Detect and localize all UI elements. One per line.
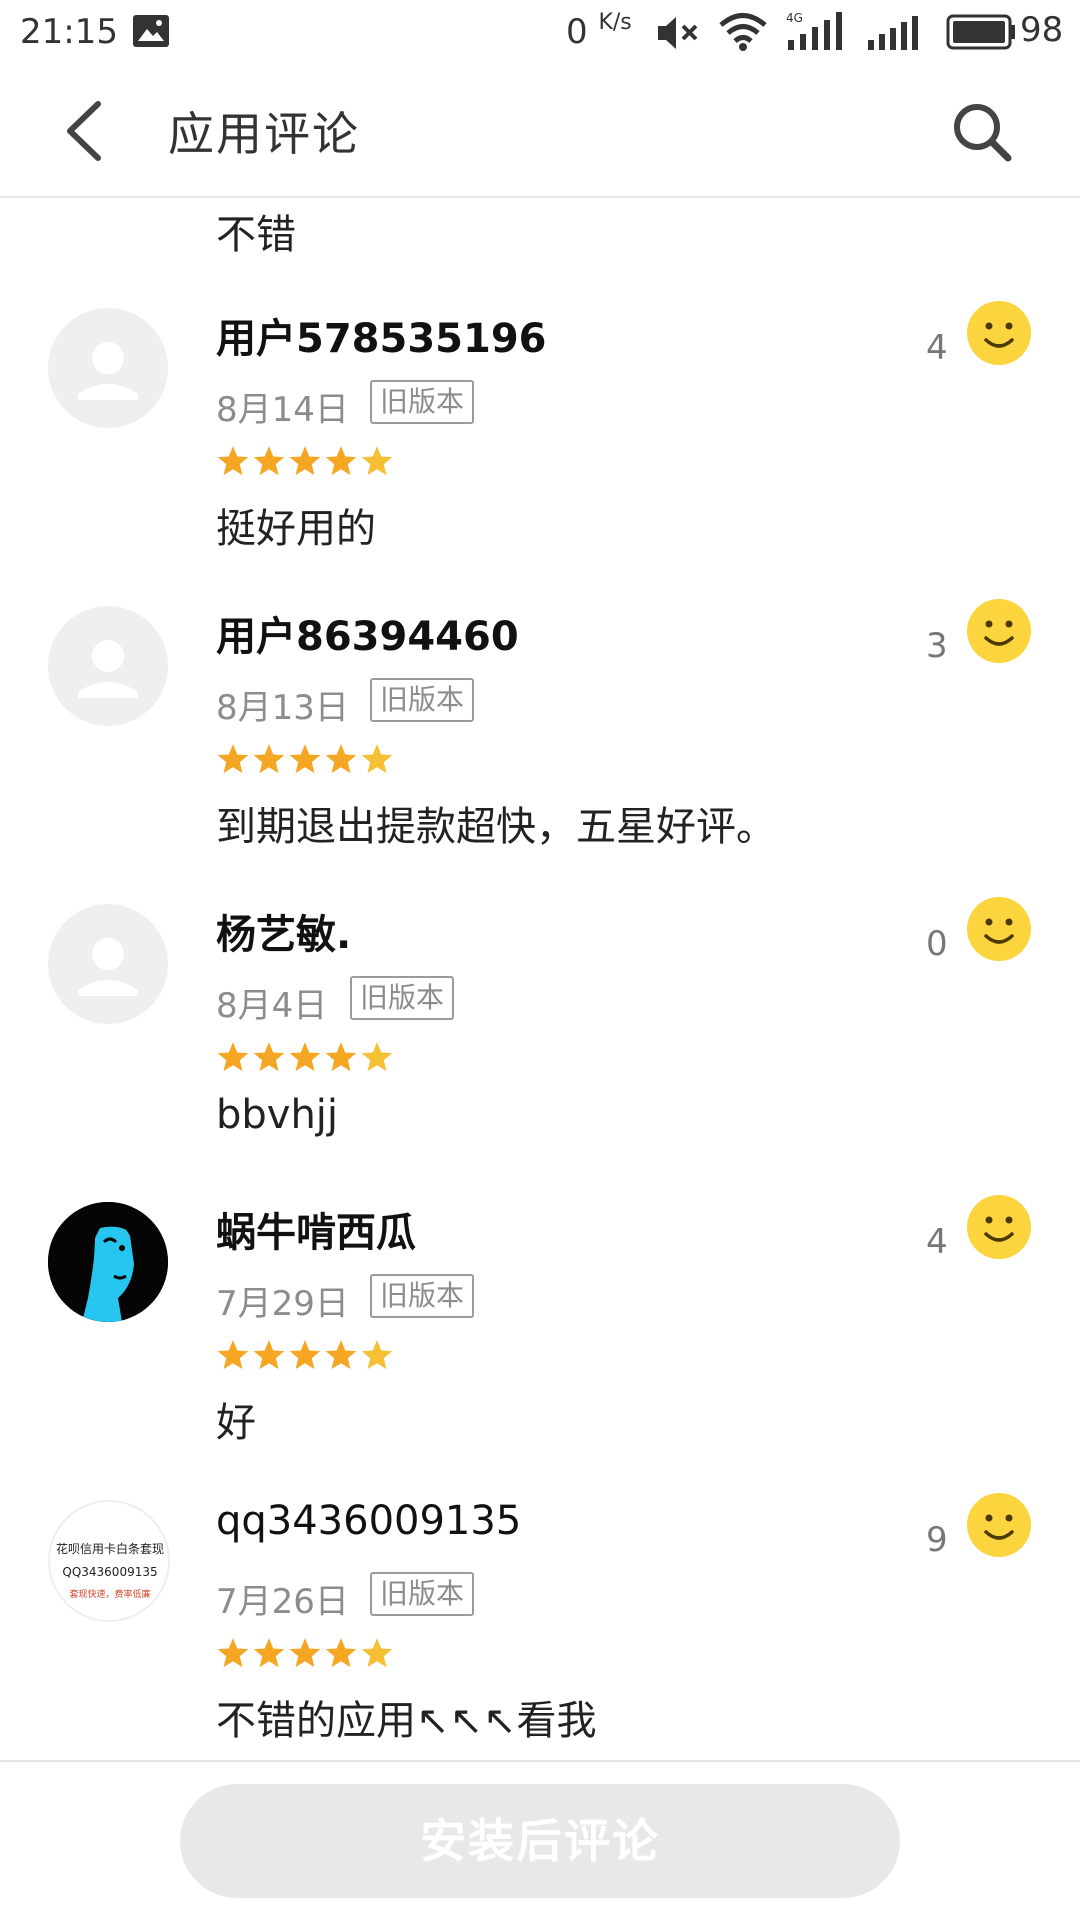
star-icon (253, 744, 285, 774)
star-icon (253, 1340, 285, 1370)
review-text: 挺好用的 (216, 506, 376, 552)
star-icon (325, 1042, 357, 1072)
star-icon (253, 1638, 285, 1668)
review-date: 8月4日 (216, 986, 328, 1026)
star-icon (325, 446, 357, 476)
page-title: 应用评论 (168, 107, 360, 161)
star-icon (361, 1638, 393, 1668)
user-name[interactable]: 杨艺敏. (216, 902, 351, 960)
smile-icon[interactable] (966, 598, 1032, 664)
review-date: 8月13日 (216, 688, 349, 728)
smile-icon[interactable] (966, 1194, 1032, 1260)
review-date: 7月26日 (216, 1582, 349, 1622)
install-comment-button[interactable]: 安装后评论 (180, 1784, 900, 1898)
star-icon (289, 1638, 321, 1668)
star-icon (289, 1042, 321, 1072)
smile-icon[interactable] (966, 896, 1032, 962)
search-icon[interactable] (950, 100, 1014, 164)
star-icon (361, 1340, 393, 1370)
user-name[interactable]: qq3436009135 (216, 1498, 521, 1544)
star-icon (289, 1340, 321, 1370)
star-icon (325, 1340, 357, 1370)
review-item: 用户578535196 8月14日 旧版本 挺好用的 4 (0, 300, 1080, 598)
user-name[interactable]: 用户578535196 (216, 306, 547, 364)
review-text: 不错的应用↖↖↖看我 (216, 1698, 597, 1744)
svg-text:4G: 4G (786, 11, 803, 25)
like-count: 9 (926, 1520, 948, 1560)
battery-icon (946, 14, 1015, 50)
review-date: 7月29日 (216, 1284, 349, 1324)
photo-avatar[interactable] (48, 1202, 168, 1322)
star-icon (217, 1638, 249, 1668)
like-count: 4 (926, 1222, 948, 1262)
version-tag: 旧版本 (370, 380, 475, 424)
star-icon (253, 1042, 285, 1072)
version-tag: 旧版本 (370, 1274, 475, 1318)
smile-icon[interactable] (966, 1492, 1032, 1558)
review-text: 到期退出提款超快，五星好评。 (216, 804, 776, 850)
star-rating (216, 742, 396, 776)
star-rating (216, 1636, 396, 1670)
star-rating (216, 444, 396, 478)
star-icon (325, 1638, 357, 1668)
mute-icon (658, 17, 698, 49)
status-time: 21:15 (20, 12, 118, 52)
review-item: 用户86394460 8月13日 旧版本 到期退出提款超快，五星好评。 3 (0, 598, 1080, 896)
review-item: 杨艺敏. 8月4日 旧版本 bbvhjj 0 (0, 896, 1080, 1194)
version-tag: 旧版本 (350, 976, 455, 1020)
star-icon (361, 446, 393, 476)
user-name[interactable]: 用户86394460 (216, 604, 519, 662)
smile-icon[interactable] (966, 300, 1032, 366)
review-text: 不错 (216, 212, 296, 258)
network-speed: 0 K/s (566, 10, 632, 52)
default-avatar-icon[interactable] (48, 904, 168, 1024)
photo-icon (133, 15, 169, 47)
star-icon (361, 1042, 393, 1072)
user-name[interactable]: 蜗牛啃西瓜 (216, 1200, 416, 1258)
star-icon (289, 744, 321, 774)
status-bar: 21:15 0 K/s 4G 98 (0, 0, 1080, 66)
review-item: 花呗信用卡白条套现 QQ3436009135 套现快速，费率低廉 qq34360… (0, 1492, 1080, 1758)
ad-text-avatar[interactable]: 花呗信用卡白条套现 QQ3436009135 套现快速，费率低廉 (48, 1500, 170, 1622)
star-icon (253, 446, 285, 476)
review-date: 8月14日 (216, 390, 349, 430)
wifi-icon (719, 13, 767, 51)
star-icon (325, 744, 357, 774)
like-count: 0 (926, 924, 948, 964)
star-rating (216, 1338, 396, 1372)
star-icon (217, 1042, 249, 1072)
star-icon (217, 1340, 249, 1370)
version-tag: 旧版本 (370, 1572, 475, 1616)
default-avatar-icon[interactable] (48, 606, 168, 726)
review-item: 蜗牛啃西瓜 7月29日 旧版本 好 4 (0, 1194, 1080, 1492)
star-icon (361, 744, 393, 774)
default-avatar-icon[interactable] (48, 308, 168, 428)
star-icon (217, 744, 249, 774)
back-chevron-icon[interactable] (56, 96, 116, 166)
signal-icon (868, 16, 918, 50)
like-count: 4 (926, 328, 948, 368)
battery-level: 98 (1020, 10, 1064, 50)
star-rating (216, 1040, 396, 1074)
review-text: bbvhjj (216, 1092, 339, 1138)
footer-bar: 安装后评论 (0, 1760, 1080, 1922)
like-count: 3 (926, 626, 948, 666)
star-icon (289, 446, 321, 476)
review-text: 好 (216, 1400, 256, 1446)
review-list[interactable]: 不错 用户578535196 8月14日 旧版本 挺好用的 4 用户863944… (0, 198, 1080, 1758)
app-header: 应用评论 (0, 66, 1080, 198)
4g-signal-icon: 4G (786, 11, 842, 50)
version-tag: 旧版本 (370, 678, 475, 722)
star-icon (217, 446, 249, 476)
avatar-text: 花呗信用卡白条套现 QQ3436009135 套现快速，费率低廉 (55, 1542, 164, 1600)
